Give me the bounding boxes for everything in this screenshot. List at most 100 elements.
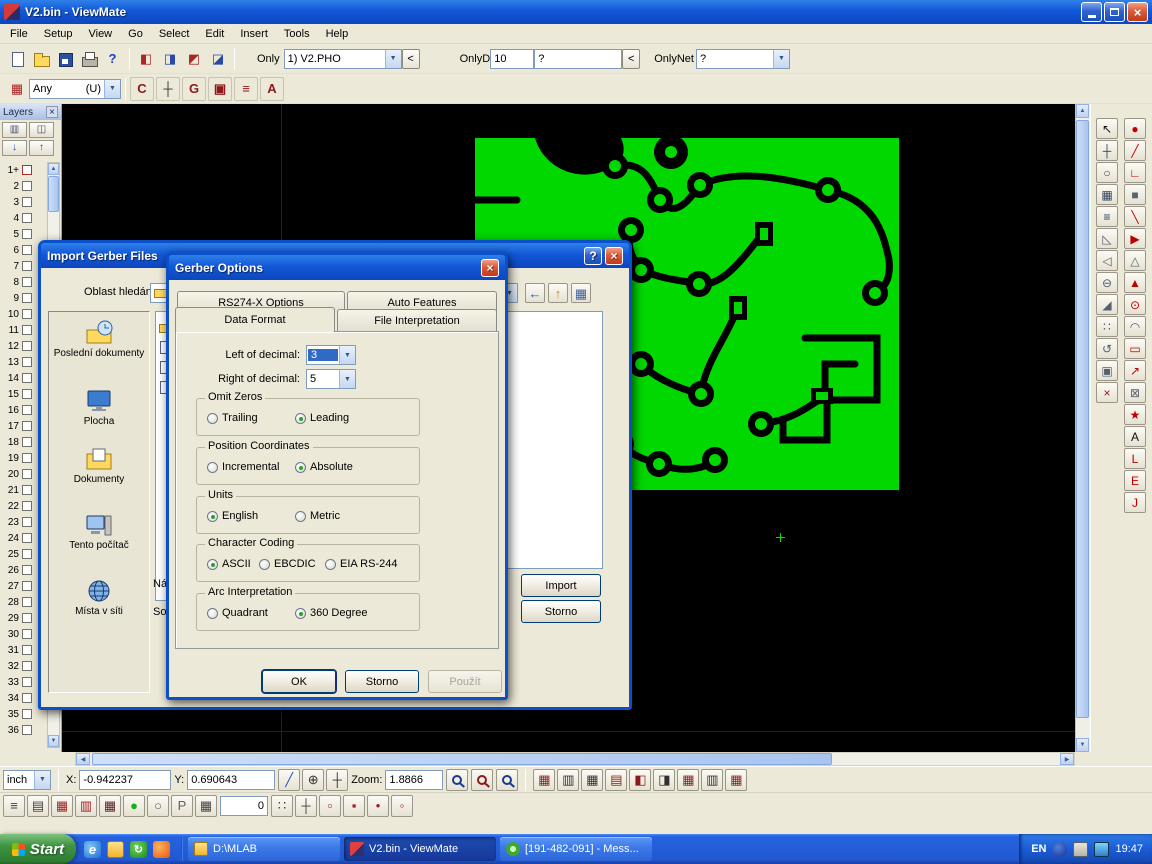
arrow-tool-icon[interactable]: ▶ bbox=[1124, 228, 1146, 249]
layer-color-swatch[interactable] bbox=[22, 597, 32, 607]
print-icon[interactable] bbox=[77, 47, 101, 71]
radio-quadrant[interactable]: Quadrant bbox=[207, 607, 268, 619]
layer-color-swatch[interactable] bbox=[22, 453, 32, 463]
scroll-thumb[interactable] bbox=[92, 753, 832, 765]
scroll-down-icon[interactable]: ▼ bbox=[1076, 738, 1089, 752]
layer-color-swatch[interactable] bbox=[22, 469, 32, 479]
filter-rows-icon[interactable]: ≡ bbox=[234, 77, 258, 101]
minimize-button[interactable] bbox=[1081, 2, 1102, 22]
scroll-left-icon[interactable]: ◀ bbox=[76, 753, 90, 765]
layer-color-swatch[interactable] bbox=[22, 693, 32, 703]
only-d-label[interactable]: Only bbox=[460, 53, 483, 65]
update-arrows-icon[interactable]: ↻ bbox=[130, 841, 147, 858]
dcode-input[interactable]: 10 bbox=[490, 49, 534, 69]
menu-item[interactable]: Setup bbox=[36, 26, 81, 42]
filter-text-icon[interactable]: A bbox=[260, 77, 284, 101]
layer-color-swatch[interactable] bbox=[22, 165, 32, 175]
restore-button[interactable] bbox=[1104, 2, 1125, 22]
tray-keyboard-icon[interactable] bbox=[1073, 842, 1088, 857]
vector-tool-icon[interactable]: ↗ bbox=[1124, 360, 1146, 381]
layer-color-swatch[interactable] bbox=[22, 197, 32, 207]
place-desktop[interactable]: Plocha bbox=[49, 388, 149, 427]
language-bar-icon[interactable] bbox=[1052, 842, 1067, 857]
layer-row[interactable]: 36 bbox=[2, 722, 46, 738]
select-pointer-icon[interactable]: ↖ bbox=[1096, 118, 1118, 139]
internet-explorer-icon[interactable]: e bbox=[84, 841, 101, 858]
layer-color-swatch[interactable] bbox=[22, 485, 32, 495]
tab-data-format[interactable]: Data Format bbox=[175, 307, 335, 332]
grid-style-icon-2[interactable]: ▥ bbox=[557, 769, 579, 791]
radio-absolute[interactable]: Absolute bbox=[295, 461, 353, 473]
selection-type-combo[interactable]: Any (U) ▼ bbox=[29, 79, 121, 99]
grid-style-icon-6[interactable]: ◨ bbox=[653, 769, 675, 791]
left-decimal-combo[interactable]: 3 ▼ bbox=[306, 345, 356, 365]
only-net-label[interactable]: Only bbox=[654, 53, 677, 65]
layer-color-swatch[interactable] bbox=[22, 661, 32, 671]
browser-icon[interactable] bbox=[153, 841, 170, 858]
triangle-outline-tool-icon[interactable]: △ bbox=[1124, 250, 1146, 271]
layer-row[interactable]: 3 bbox=[2, 194, 46, 210]
units-combo[interactable]: inch ▼ bbox=[3, 770, 51, 790]
origin-target-icon[interactable]: ⊕ bbox=[302, 769, 324, 791]
radio-icon[interactable] bbox=[325, 559, 336, 570]
radio-icon[interactable] bbox=[295, 462, 306, 473]
context-help-icon[interactable] bbox=[101, 47, 125, 71]
menu-item[interactable]: File bbox=[2, 26, 36, 42]
line-tool-icon[interactable]: ╱ bbox=[1124, 140, 1146, 161]
dcode-filter-input[interactable]: ? bbox=[534, 49, 622, 69]
grid-style-icon-4[interactable]: ▤ bbox=[605, 769, 627, 791]
tray-network-icon[interactable] bbox=[1094, 842, 1109, 857]
selection-grid-icon[interactable]: ▦ bbox=[5, 77, 29, 101]
layers-panel-close-button[interactable]: × bbox=[46, 106, 58, 118]
filter-c-icon[interactable]: C bbox=[130, 77, 154, 101]
grid-value-field[interactable]: 0 bbox=[220, 796, 268, 816]
layer-color-swatch[interactable] bbox=[22, 709, 32, 719]
scroll-right-icon[interactable]: ▶ bbox=[1060, 753, 1074, 765]
x-coordinate-field[interactable]: -0.942237 bbox=[79, 770, 171, 790]
layer-color-swatch[interactable] bbox=[22, 501, 32, 511]
zoom-window-icon[interactable] bbox=[471, 769, 493, 791]
layer-color-swatch[interactable] bbox=[22, 373, 32, 383]
task-button-mlab[interactable]: D:\MLAB bbox=[188, 837, 340, 861]
radio-trailing[interactable]: Trailing bbox=[207, 412, 258, 424]
chevron-down-icon[interactable]: ▼ bbox=[385, 50, 401, 68]
j-shape-tool-icon[interactable]: J bbox=[1124, 492, 1146, 513]
fill-tool-icon[interactable]: ▣ bbox=[1096, 360, 1118, 381]
prev-layer-button[interactable]: < bbox=[402, 49, 420, 69]
menu-item[interactable]: Tools bbox=[276, 26, 318, 42]
layer-film-icon-1[interactable]: ◧ bbox=[134, 47, 158, 71]
place-network[interactable]: Místa v síti bbox=[49, 578, 149, 617]
layers-panel-header[interactable]: Layers × bbox=[0, 104, 61, 120]
copy-stack-icon[interactable]: ≡ bbox=[3, 795, 25, 817]
y-coordinate-field[interactable]: 0.690643 bbox=[187, 770, 275, 790]
triangle-fill-tool-icon[interactable]: ▲ bbox=[1124, 272, 1146, 293]
probe-icon[interactable]: P bbox=[171, 795, 193, 817]
layer-color-swatch[interactable] bbox=[22, 229, 32, 239]
layer-color-swatch[interactable] bbox=[22, 213, 32, 223]
canvas-vertical-scrollbar[interactable]: ▲ ▼ bbox=[1075, 104, 1090, 752]
filter-g-icon[interactable]: G bbox=[182, 77, 206, 101]
menu-item[interactable]: Go bbox=[120, 26, 151, 42]
help-button[interactable]: ? bbox=[584, 247, 602, 265]
crosshair-tool-icon[interactable]: ┼ bbox=[1096, 140, 1118, 161]
mirror-tool-icon[interactable]: ◁ bbox=[1096, 250, 1118, 271]
rotate-tool-icon[interactable]: ↺ bbox=[1096, 338, 1118, 359]
chevron-down-icon[interactable]: ▼ bbox=[104, 80, 120, 98]
dot-style-icon-1[interactable]: ▫ bbox=[319, 795, 341, 817]
import-button[interactable]: Import bbox=[521, 574, 601, 597]
snap-anchor-icon[interactable]: ┼ bbox=[326, 769, 348, 791]
radio-icon[interactable] bbox=[207, 608, 218, 619]
radio-metric[interactable]: Metric bbox=[295, 510, 340, 522]
dots-tool-icon[interactable]: ∷ bbox=[1096, 316, 1118, 337]
back-icon[interactable]: ← bbox=[525, 283, 545, 303]
dot-style-icon-2[interactable]: ▪ bbox=[343, 795, 365, 817]
filter-pad-icon[interactable]: ▣ bbox=[208, 77, 232, 101]
pad-dot-tool-icon[interactable]: ● bbox=[1124, 118, 1146, 139]
angle-tool-icon[interactable]: ∟ bbox=[1124, 162, 1146, 183]
save-file-icon[interactable] bbox=[53, 47, 77, 71]
radio-icon[interactable] bbox=[207, 413, 218, 424]
menu-item[interactable]: Edit bbox=[197, 26, 232, 42]
zoom-field[interactable]: 1.8866 bbox=[385, 770, 443, 790]
radio-icon[interactable] bbox=[207, 511, 218, 522]
close-button[interactable]: × bbox=[1127, 2, 1148, 22]
